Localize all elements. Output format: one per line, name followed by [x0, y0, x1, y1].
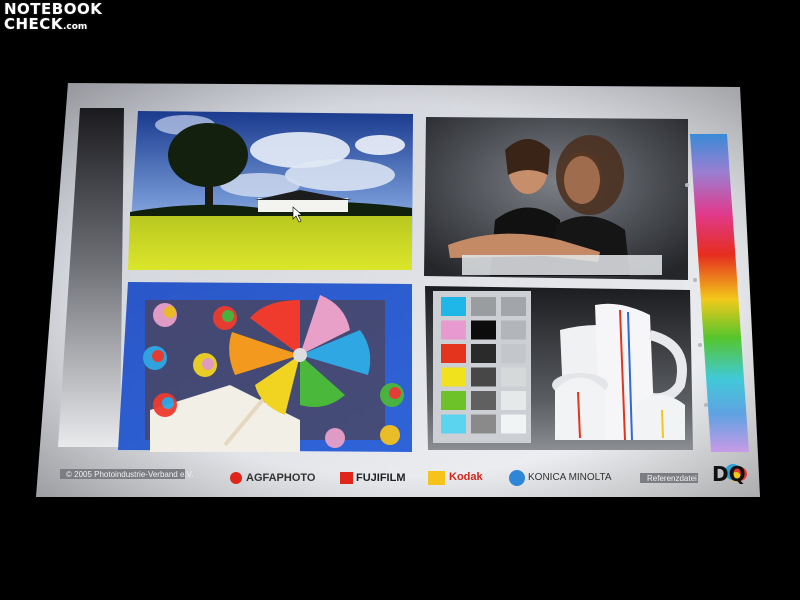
color-swatch — [501, 367, 526, 387]
color-swatch — [501, 320, 526, 340]
color-swatch — [471, 320, 496, 340]
fujifilm-logo-icon — [340, 472, 353, 484]
color-swatch — [471, 391, 496, 410]
color-swatch — [471, 367, 496, 387]
brand-agfaphoto: AGFAPHOTO — [246, 472, 316, 484]
color-swatch — [441, 414, 466, 434]
color-swatch — [501, 344, 526, 363]
landscape-photo — [128, 111, 413, 270]
watermark-suffix: .com — [62, 22, 88, 32]
color-swatch — [441, 391, 466, 410]
pinwheel-photo — [118, 282, 412, 452]
watermark-line2: CHECK — [4, 15, 63, 33]
color-swatch — [471, 344, 496, 363]
portrait-photo — [424, 117, 688, 280]
still-life-photo — [425, 286, 693, 450]
test-chart-panel — [36, 83, 760, 497]
color-swatch — [441, 344, 466, 363]
color-swatch — [501, 414, 526, 434]
dq-logo-text: DQ — [712, 462, 746, 486]
photo-of-screen: © 2005 Photoindustrie-Verband e.V. AGFAP… — [0, 0, 800, 600]
agfaphoto-logo-icon — [230, 472, 242, 484]
color-swatch — [501, 391, 526, 410]
brand-konica-minolta: KONICA MINOLTA — [528, 472, 612, 483]
color-swatch — [441, 320, 466, 340]
color-swatch — [501, 297, 526, 316]
brand-fujifilm: FUJIFILM — [356, 472, 406, 484]
color-swatch — [441, 367, 466, 387]
konica-minolta-logo-icon — [509, 470, 525, 486]
color-swatch — [471, 414, 496, 434]
kodak-logo-icon — [428, 471, 445, 485]
copyright-text: © 2005 Photoindustrie-Verband e.V. — [66, 470, 194, 479]
notebookcheck-watermark: NOTEBOOK CHECK.com — [4, 2, 102, 35]
color-swatch — [471, 297, 496, 316]
reference-label: Referenzdatei — [647, 474, 697, 483]
color-swatch — [441, 297, 466, 316]
brand-kodak: Kodak — [449, 471, 483, 483]
